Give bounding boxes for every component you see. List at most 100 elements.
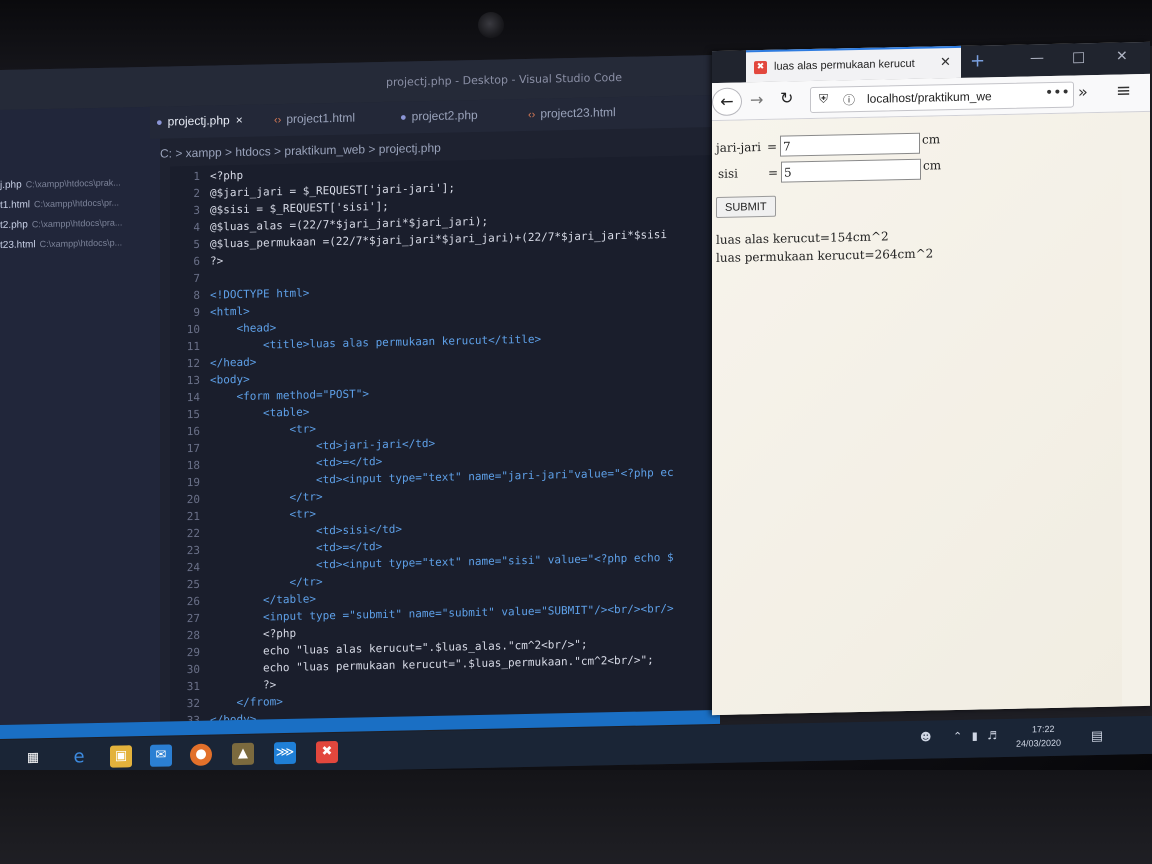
close-window-icon[interactable]: ✕ (1116, 48, 1128, 64)
volume-icon[interactable]: ♬ (987, 729, 997, 742)
chevron-up-icon[interactable]: ⌃ (953, 730, 962, 743)
line-number: 17 (186, 441, 200, 456)
clock-time[interactable]: 17:22 (1032, 724, 1055, 734)
line-number: 2 (193, 186, 200, 200)
sidebar-file-name: t23.html (0, 239, 36, 251)
more-actions-icon[interactable]: ••• (1045, 85, 1070, 102)
line-number: 28 (186, 628, 200, 643)
code-text: </tr> (210, 575, 323, 591)
sidebar-file[interactable]: t1.html C:\xampp\htdocs\pr... (0, 198, 119, 211)
back-button[interactable]: ← (712, 87, 742, 117)
breadcrumb[interactable]: C: > xampp > htdocs > praktikum_web > pr… (160, 141, 441, 161)
people-icon[interactable]: ☻ (920, 730, 931, 743)
notifications-icon[interactable]: ▤ (1086, 726, 1108, 748)
line-number: 14 (186, 390, 200, 405)
code-editor[interactable]: 1 <?php 2 @$jari_jari = $_REQUEST['jari-jar… (170, 154, 720, 722)
jari-jari-input[interactable] (780, 132, 920, 157)
url-bar[interactable]: ⛨ ⓘ localhost/praktikum_we ••• (810, 81, 1074, 114)
line-number: 9 (193, 305, 200, 319)
file-explorer-icon[interactable]: ▣ (110, 745, 132, 768)
vscode-window: projectj.php - Desktop - Visual Studio C… (0, 54, 720, 739)
sisi-label: sisi (718, 166, 738, 181)
clock-date[interactable]: 24/03/2020 (1016, 738, 1061, 749)
code-text: ?> (210, 678, 277, 693)
webcam (478, 12, 504, 38)
minimize-icon[interactable]: — (1030, 50, 1044, 66)
unit-label: cm (923, 158, 942, 173)
vscode-open-editors: j.php C:\xampp\htdocs\prak... t1.html C:\x… (0, 106, 160, 725)
sidebar-file[interactable]: t23.html C:\xampp\htdocs\p... (0, 237, 122, 251)
code-text: </head> (210, 355, 257, 370)
store-icon[interactable]: ▲ (232, 742, 254, 766)
firefox-icon[interactable]: ● (190, 743, 212, 767)
line-number: 22 (186, 526, 200, 541)
line-number: 16 (186, 424, 200, 439)
code-text: <td>=</td> (210, 454, 383, 472)
code-text: <td>sisi</td> (210, 522, 403, 540)
new-tab-icon[interactable]: + (970, 50, 985, 71)
sidebar-file-path: C:\xampp\htdocs\pra... (31, 217, 123, 230)
task-view-icon[interactable]: ▦ (22, 747, 44, 769)
reload-button[interactable]: ↻ (780, 88, 793, 107)
code-text: <!DOCTYPE html> (210, 286, 310, 302)
vscode-icon[interactable]: ⋙ (274, 741, 296, 765)
xampp-icon[interactable]: ✖ (316, 740, 338, 764)
close-tab-icon[interactable]: ✕ (940, 55, 951, 70)
hamburger-menu-icon[interactable]: ≡ (1116, 80, 1131, 101)
submit-button[interactable]: SUBMIT (716, 195, 776, 219)
php-icon: ● (156, 116, 163, 129)
tab-project2-php[interactable]: ● project2.php (400, 108, 478, 124)
jari-jari-label: jari-jari (716, 140, 761, 156)
mail-icon[interactable]: ✉ (150, 744, 172, 767)
line-number: 12 (186, 356, 200, 371)
screen: projectj.php - Desktop - Visual Studio C… (0, 41, 1152, 779)
code-text: ?> (210, 254, 224, 268)
maximize-icon[interactable]: □ (1072, 49, 1085, 65)
result-luas-alas: luas alas kerucut=154cm^2 (716, 229, 889, 248)
code-text: </from> (210, 695, 283, 710)
overflow-chevron-icon[interactable]: » (1078, 82, 1088, 101)
sidebar-file-name: t1.html (0, 199, 31, 211)
line-number: 18 (186, 458, 200, 473)
close-icon[interactable]: × (236, 113, 243, 127)
sidebar-file-name: t2.php (0, 219, 28, 231)
sidebar-file[interactable]: j.php C:\xampp\htdocs\prak... (0, 177, 121, 191)
line-number: 19 (186, 475, 200, 490)
edge-icon[interactable]: e (68, 746, 90, 768)
code-text: <body> (210, 372, 250, 387)
page-content: jari-jari = cm sisi = cm SUBMIT luas ala… (712, 112, 1122, 716)
system-tray[interactable]: ☻ ⌃ ▮ ♬ (920, 729, 997, 744)
tab-projectj-php[interactable]: ● projectj.php × (156, 113, 243, 129)
code-text: @$sisi = $_REQUEST['sisi']; (210, 199, 389, 217)
html-icon: ‹› (528, 108, 536, 121)
php-icon: ● (400, 111, 407, 124)
tab-project23-html[interactable]: ‹› project23.html (528, 105, 616, 121)
line-number: 21 (186, 509, 200, 524)
line-number: 23 (186, 543, 200, 558)
battery-icon[interactable]: ▮ (972, 730, 978, 743)
code-text: </tr> (210, 490, 323, 506)
info-icon[interactable]: ⓘ (843, 91, 855, 108)
tab-project1-html[interactable]: ‹› project1.html (274, 111, 355, 127)
line-number: 3 (193, 203, 200, 217)
photo: projectj.php - Desktop - Visual Studio C… (0, 0, 1152, 864)
browser-tab[interactable]: ✖ luas alas permukaan kerucut ✕ (746, 45, 961, 83)
line-number: 8 (193, 288, 200, 302)
tab-label: project1.html (286, 110, 356, 127)
sisi-input[interactable] (781, 158, 921, 183)
xampp-favicon-icon: ✖ (754, 60, 767, 75)
result-luas-permukaan: luas permukaan kerucut=264cm^2 (716, 246, 934, 266)
shield-icon[interactable]: ⛨ (819, 92, 828, 107)
unit-label: cm (922, 132, 941, 147)
sidebar-file-name: j.php (0, 179, 22, 191)
vscode-window-title: projectj.php - Desktop - Visual Studio C… (386, 70, 622, 89)
sidebar-file[interactable]: t2.php C:\xampp\htdocs\pra... (0, 217, 122, 231)
laptop-bezel-bottom (0, 770, 1152, 864)
sidebar-file-path: C:\xampp\htdocs\prak... (25, 177, 121, 190)
sidebar-file-path: C:\xampp\htdocs\pr... (34, 197, 120, 210)
tab-label: projectj.php (167, 113, 230, 129)
line-number: 26 (186, 594, 200, 609)
line-number: 15 (186, 407, 200, 422)
forward-button[interactable]: → (750, 90, 763, 109)
code-text: <td>=</td> (210, 539, 383, 557)
